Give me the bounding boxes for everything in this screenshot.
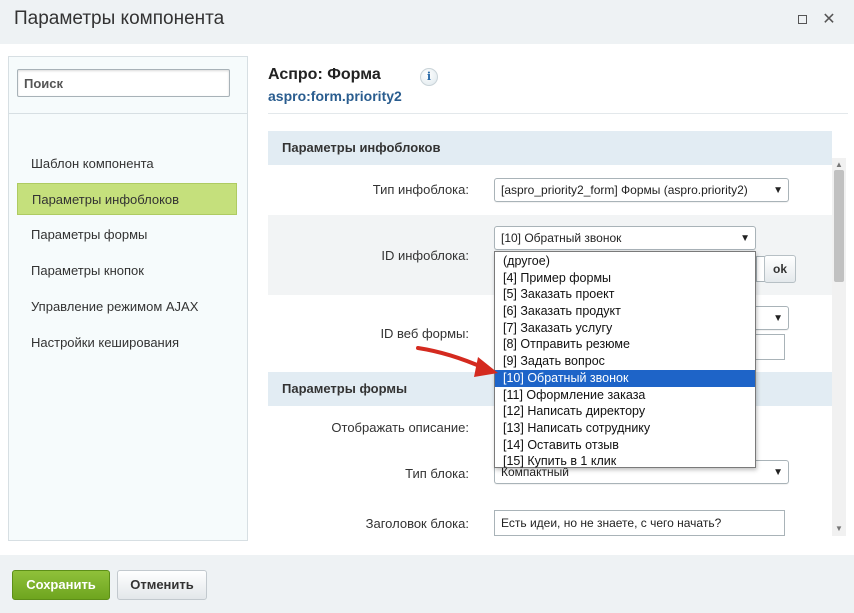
dropdown-option[interactable]: [13] Написать сотруднику xyxy=(495,420,755,437)
sidebar: Шаблон компонента Параметры инфоблоков П… xyxy=(8,56,248,541)
dropdown-option[interactable]: (другое) xyxy=(495,253,755,270)
dropdown-option[interactable]: [6] Заказать продукт xyxy=(495,303,755,320)
sidebar-item-form-params[interactable]: Параметры формы xyxy=(17,219,237,251)
dropdown-option[interactable]: [11] Оформление заказа xyxy=(495,387,755,404)
dropdown-option[interactable]: [4] Пример формы xyxy=(495,270,755,287)
component-title: Аспро: Форма xyxy=(268,66,381,83)
sidebar-divider xyxy=(9,113,247,114)
dropdown-option[interactable]: [14] Оставить отзыв xyxy=(495,437,755,454)
block-title-label: Заголовок блока: xyxy=(365,516,469,531)
maximize-icon[interactable] xyxy=(794,12,810,28)
ok-button[interactable]: ok xyxy=(764,255,796,283)
main-scrollbar[interactable]: ▲ ▼ xyxy=(832,158,846,536)
iblock-id-dropdown-list[interactable]: (другое) [4] Пример формы [5] Заказать п… xyxy=(494,251,756,468)
sidebar-item-cache-settings[interactable]: Настройки кеширования xyxy=(17,327,237,359)
block-type-label: Тип блока: xyxy=(405,466,469,481)
dropdown-option[interactable]: [15] Купить в 1 клик xyxy=(495,453,755,470)
iblock-id-select[interactable]: [10] Обратный звонок ▼ xyxy=(494,226,756,250)
webform-id-label: ID веб формы: xyxy=(380,326,469,341)
dropdown-option[interactable]: [5] Заказать проект xyxy=(495,286,755,303)
sidebar-item-infoblock-params[interactable]: Параметры инфоблоков xyxy=(17,183,237,215)
chevron-down-icon: ▼ xyxy=(773,467,783,478)
sidebar-item-ajax-mode[interactable]: Управление режимом AJAX xyxy=(17,291,237,323)
scrollbar-thumb[interactable] xyxy=(834,170,844,282)
show-description-label: Отображать описание: xyxy=(331,420,469,435)
block-title-input[interactable]: Есть идеи, но не знаете, с чего начать? xyxy=(494,510,785,536)
window-titlebar: Параметры компонента ✕ xyxy=(0,0,854,44)
dropdown-option[interactable]: [9] Задать вопрос xyxy=(495,353,755,370)
info-icon[interactable]: i xyxy=(420,68,438,86)
chevron-down-icon: ▼ xyxy=(773,313,783,324)
dropdown-option[interactable]: [8] Отправить резюме xyxy=(495,336,755,353)
iblock-id-label: ID инфоблока: xyxy=(381,248,469,263)
red-arrow-icon xyxy=(416,346,498,377)
cancel-button[interactable]: Отменить xyxy=(117,570,207,600)
dropdown-option[interactable]: [7] Заказать услугу xyxy=(495,320,755,337)
window-title: Параметры компонента xyxy=(14,8,225,29)
header-divider xyxy=(268,113,848,114)
iblock-id-value: [10] Обратный звонок xyxy=(501,231,622,245)
sidebar-item-button-params[interactable]: Параметры кнопок xyxy=(17,255,237,287)
chevron-down-icon: ▼ xyxy=(740,233,750,244)
search-input[interactable] xyxy=(17,69,230,97)
iblock-type-label: Тип инфоблока: xyxy=(372,182,469,197)
chevron-down-icon: ▼ xyxy=(773,185,783,196)
dropdown-option[interactable]: [12] Написать директору xyxy=(495,403,755,420)
section-infoblock-params: Параметры инфоблоков xyxy=(268,131,832,165)
iblock-type-select[interactable]: [aspro_priority2_form] Формы (aspro.prio… xyxy=(494,178,789,202)
iblock-type-value: [aspro_priority2_form] Формы (aspro.prio… xyxy=(501,183,748,197)
component-code: aspro:form.priority2 xyxy=(268,88,402,104)
sidebar-item-component-template[interactable]: Шаблон компонента xyxy=(17,148,237,180)
scroll-down-icon[interactable]: ▼ xyxy=(832,522,846,536)
dropdown-option-selected[interactable]: [10] Обратный звонок xyxy=(495,369,755,387)
close-icon[interactable]: ✕ xyxy=(821,12,837,28)
save-button[interactable]: Сохранить xyxy=(12,570,110,600)
dialog-footer: Сохранить Отменить xyxy=(0,555,854,613)
